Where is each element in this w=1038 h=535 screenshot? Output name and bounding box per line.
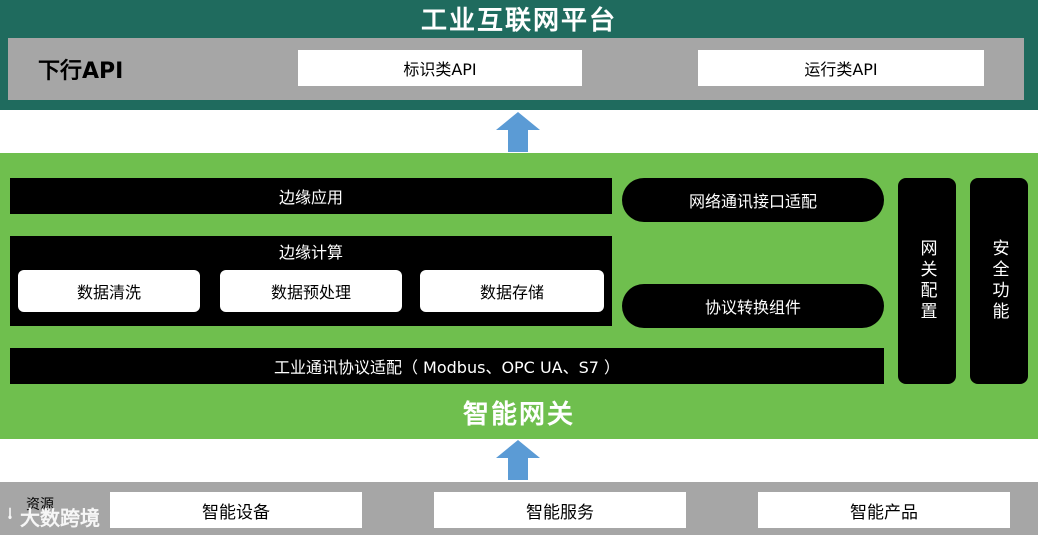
gateway-title: 智能网关 (462, 399, 575, 430)
data-preprocessing-box: 数据预处理 (220, 270, 402, 312)
runtime-api-box: 运行类API (698, 50, 984, 86)
protocol-convert-pill: 协议转换组件 (622, 284, 884, 328)
identity-api-box: 标识类API (298, 50, 582, 86)
data-storage-box: 数据存储 (420, 270, 604, 312)
watermark: ᛍ 大数跨境 (4, 500, 100, 532)
up-arrow-icon (496, 112, 540, 152)
protocol-adapter-bar: 工业通讯协议适配（ Modbus、OPC UA、S7 ） (10, 348, 884, 384)
data-cleaning-box: 数据清洗 (18, 270, 200, 312)
security-function-block: 安全功能 (970, 178, 1028, 384)
platform-title: 工业互联网平台 (420, 5, 617, 36)
watermark-logo-icon: ᛍ (4, 504, 16, 528)
smart-product-box: 智能产品 (758, 492, 1010, 528)
smart-service-box: 智能服务 (434, 492, 686, 528)
gateway-config-block: 网关配置 (898, 178, 956, 384)
edge-application-bar: 边缘应用 (10, 178, 612, 214)
smart-device-box: 智能设备 (110, 492, 362, 528)
watermark-text: 大数跨境 (20, 505, 100, 530)
downlink-api-label: 下行API (38, 59, 124, 84)
network-adapter-pill: 网络通讯接口适配 (622, 178, 884, 222)
edge-computing-label: 边缘计算 (278, 243, 343, 262)
up-arrow-icon (496, 440, 540, 480)
